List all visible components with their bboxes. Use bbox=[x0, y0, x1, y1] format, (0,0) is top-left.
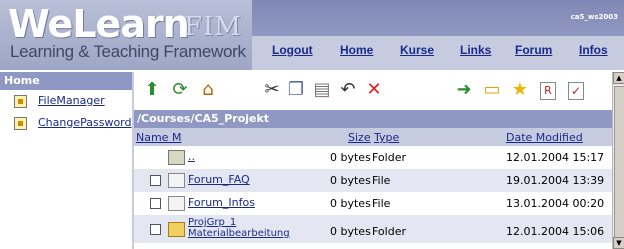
sidebar-title: Home bbox=[0, 72, 132, 90]
upload-icon[interactable]: ⬆ bbox=[142, 80, 162, 100]
table-row[interactable]: Forum_Infos 0 bytes File 13.01.2004 00:2… bbox=[134, 192, 612, 215]
row-checkbox[interactable] bbox=[150, 198, 161, 209]
file-name-link[interactable]: Forum_FAQ bbox=[188, 173, 250, 186]
sort-name[interactable]: Name M bbox=[136, 131, 181, 144]
file-type: Folder bbox=[372, 151, 406, 164]
file-size: 0 bytes bbox=[330, 174, 371, 187]
toolbar: ⬆ ⟳ ⌂ ✂ ❐ ▤ ↶ ✕ ➜ ▭ ★ R ✓ bbox=[134, 72, 612, 110]
logo-subtitle: Learning & Teaching Framework bbox=[10, 42, 246, 61]
top-nav: Logout Home Kurse Links Forum Infos bbox=[252, 36, 624, 70]
file-date: 12.01.2004 15:06 bbox=[506, 225, 605, 238]
folder-icon bbox=[168, 222, 185, 237]
undo-icon[interactable]: ↶ bbox=[338, 80, 358, 100]
nav-links[interactable]: Links bbox=[460, 43, 491, 57]
file-manager-panel: ⬆ ⟳ ⌂ ✂ ❐ ▤ ↶ ✕ ➜ ▭ ★ R ✓ /Courses/CA5_P… bbox=[134, 72, 612, 249]
password-icon bbox=[14, 117, 27, 130]
file-name-link[interactable]: .. bbox=[188, 150, 195, 163]
file-manager-icon bbox=[14, 95, 27, 108]
file-name-line: ProjGrp_1 bbox=[188, 217, 237, 228]
link-file-icon bbox=[168, 196, 185, 211]
logo: WeLearn FIM Learning & Teaching Framewor… bbox=[0, 0, 252, 70]
file-date: 12.01.2004 15:17 bbox=[506, 151, 605, 164]
table-row[interactable]: Forum_FAQ 0 bytes File 19.01.2004 13:39 bbox=[134, 169, 612, 192]
nav-forum[interactable]: Forum bbox=[515, 43, 552, 57]
sort-date[interactable]: Date Modified bbox=[506, 131, 583, 144]
file-type: File bbox=[372, 197, 391, 210]
table-row[interactable]: ProjGrp_1 Materialbearbeitung 0 bytes Fol… bbox=[134, 215, 612, 243]
copy-icon[interactable]: ❐ bbox=[286, 80, 306, 100]
header: WeLearn FIM Learning & Teaching Framewor… bbox=[0, 0, 624, 70]
nav-home[interactable]: Home bbox=[340, 43, 373, 57]
scroll-up-icon[interactable]: ▲ bbox=[613, 72, 624, 84]
file-date: 19.01.2004 13:39 bbox=[506, 174, 605, 187]
paste-icon[interactable]: ▤ bbox=[312, 80, 332, 100]
logo-title: WeLearn bbox=[8, 2, 190, 46]
nav-infos[interactable]: Infos bbox=[579, 43, 608, 57]
column-headers: Name M Size Type Date Modified bbox=[134, 128, 612, 146]
link-file-icon bbox=[168, 173, 185, 188]
file-name-line: Materialbearbeitung bbox=[188, 228, 290, 239]
sort-type[interactable]: Type bbox=[374, 131, 399, 144]
file-type: File bbox=[372, 174, 391, 187]
sidebar: Home FileManager ChangePassword bbox=[0, 72, 134, 249]
logo-fim: FIM bbox=[184, 12, 242, 42]
username: ca5_ws2003 bbox=[570, 13, 618, 21]
table-row[interactable]: .. 0 bytes Folder 12.01.2004 15:17 bbox=[134, 146, 612, 169]
file-size: 0 bytes bbox=[330, 197, 371, 210]
nav-kurse[interactable]: Kurse bbox=[400, 43, 434, 57]
scroll-down-icon[interactable]: ▼ bbox=[613, 237, 624, 249]
file-name-link[interactable]: Forum_Infos bbox=[188, 196, 255, 209]
cut-icon[interactable]: ✂ bbox=[262, 80, 282, 100]
current-path: /Courses/CA5_Projekt bbox=[134, 110, 612, 128]
file-type: Folder bbox=[372, 225, 406, 238]
sidebar-item-label[interactable]: ChangePassword bbox=[38, 116, 132, 129]
file-name-link[interactable]: ProjGrp_1 Materialbearbeitung bbox=[188, 217, 290, 239]
file-size: 0 bytes bbox=[330, 225, 371, 238]
new-folder-icon[interactable]: ▭ bbox=[482, 80, 502, 100]
file-date: 13.01.2004 00:20 bbox=[506, 197, 605, 210]
user-strip: ca5_ws2003 bbox=[252, 0, 624, 36]
file-size: 0 bytes bbox=[330, 151, 371, 164]
go-icon[interactable]: ➜ bbox=[454, 80, 474, 100]
favorite-icon[interactable]: ★ bbox=[510, 80, 530, 100]
row-checkbox[interactable] bbox=[150, 175, 161, 186]
parent-folder-icon bbox=[168, 150, 185, 165]
scroll-thumb[interactable] bbox=[614, 86, 624, 238]
sidebar-item-filemanager[interactable]: FileManager bbox=[0, 90, 132, 112]
delete-icon[interactable]: ✕ bbox=[364, 80, 384, 100]
row-checkbox[interactable] bbox=[150, 224, 161, 235]
sidebar-item-label[interactable]: FileManager bbox=[38, 94, 105, 107]
home-icon[interactable]: ⌂ bbox=[198, 80, 218, 100]
refresh-icon[interactable]: ⟳ bbox=[170, 80, 190, 100]
sort-size[interactable]: Size bbox=[348, 131, 371, 144]
sidebar-item-changepassword[interactable]: ChangePassword bbox=[0, 112, 132, 134]
rename-icon[interactable]: R bbox=[540, 82, 556, 100]
edit-icon[interactable]: ✓ bbox=[568, 82, 584, 100]
vertical-scrollbar[interactable]: ▲ ▼ bbox=[612, 72, 624, 249]
nav-logout[interactable]: Logout bbox=[272, 43, 313, 57]
